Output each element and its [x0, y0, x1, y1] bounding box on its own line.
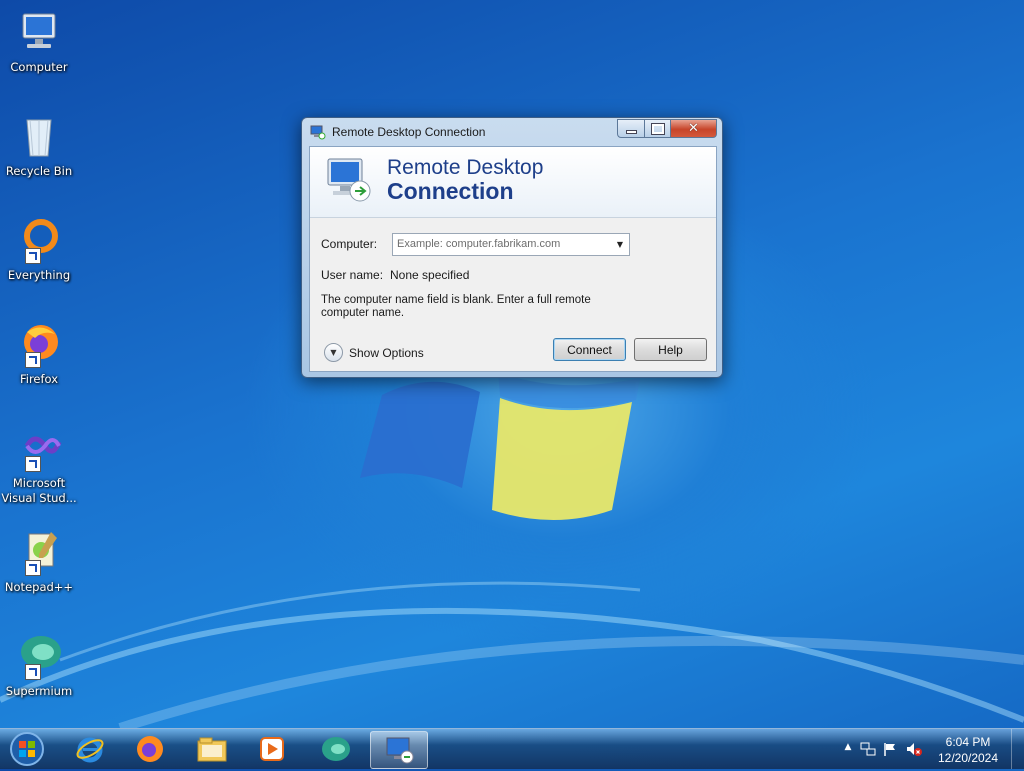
- network-icon[interactable]: [860, 741, 876, 757]
- username-label: User name:: [321, 268, 384, 282]
- desktop-icon-label: Microsoft Visual Stud...: [1, 476, 77, 505]
- help-button[interactable]: Help: [634, 338, 707, 361]
- maximize-icon: [650, 122, 665, 135]
- notepadpp-icon: [13, 528, 65, 578]
- computer-label: Computer:: [321, 237, 378, 251]
- desktop-icon-firefox[interactable]: Firefox: [0, 320, 78, 387]
- remote-desktop-icon: [310, 125, 326, 140]
- taskbar-firefox[interactable]: [122, 731, 178, 767]
- shortcut-arrow-icon: [25, 560, 41, 576]
- close-button[interactable]: ✕: [671, 119, 717, 138]
- show-hidden-icons-icon[interactable]: ▲: [840, 742, 856, 758]
- remote-desktop-window: Remote Desktop Connection ✕ Remote Deskt…: [301, 117, 723, 378]
- system-tray: ▲ 6:04 PM 12/20/2024: [834, 729, 1024, 769]
- desktop-icon-visual-studio[interactable]: Microsoft Visual Stud...: [0, 424, 78, 506]
- desktop-icon-label: Firefox: [19, 372, 59, 386]
- show-desktop-button[interactable]: [1011, 729, 1024, 769]
- desktop-icon-recycle-bin[interactable]: Recycle Bin: [0, 112, 78, 179]
- taskbar-remote-desktop[interactable]: [370, 731, 428, 769]
- shortcut-arrow-icon: [25, 664, 41, 680]
- show-options-toggle[interactable]: ▼ Show Options: [324, 343, 424, 362]
- clock-time: 6:04 PM: [945, 735, 991, 749]
- close-icon: ✕: [688, 121, 699, 136]
- window-titlebar[interactable]: Remote Desktop Connection ✕: [302, 118, 722, 146]
- desktop-icon-label: Recycle Bin: [5, 164, 73, 178]
- computer-input[interactable]: [393, 234, 607, 253]
- recycle-bin-icon: [13, 112, 65, 162]
- show-options-label: Show Options: [349, 345, 424, 360]
- window-banner: Remote Desktop Connection: [310, 147, 716, 218]
- clock-date: 12/20/2024: [937, 751, 999, 765]
- desktop-icon-everything[interactable]: Everything: [0, 216, 78, 283]
- connect-button[interactable]: Connect: [553, 338, 626, 361]
- remote-desktop-icon: [386, 737, 414, 764]
- start-orb-icon: [10, 732, 44, 766]
- computer-icon: [13, 8, 65, 58]
- minimize-icon: [625, 129, 637, 134]
- file-explorer-icon: [197, 737, 227, 762]
- desktop-icon-label: Notepad++: [4, 580, 74, 594]
- taskbar-file-explorer[interactable]: [184, 731, 240, 767]
- desktop-icon-supermium[interactable]: Supermium: [0, 632, 78, 699]
- chevron-down-icon[interactable]: ▼: [611, 234, 629, 255]
- shortcut-arrow-icon: [25, 248, 41, 264]
- firefox-icon: [137, 736, 163, 762]
- taskbar-clock[interactable]: 6:04 PM 12/20/2024: [932, 734, 1004, 766]
- supermium-icon: [13, 632, 65, 682]
- window-title: Remote Desktop Connection: [332, 125, 486, 139]
- window-client-area: Remote Desktop Connection Computer: ▼ Us…: [309, 146, 717, 372]
- visual-studio-icon: [13, 424, 65, 474]
- desktop-icon-label: Computer: [10, 60, 68, 74]
- window-controls: ✕: [617, 119, 717, 138]
- desktop-icon-computer[interactable]: Computer: [0, 8, 78, 75]
- start-button[interactable]: [4, 730, 50, 768]
- internet-explorer-icon: [76, 737, 104, 763]
- media-player-icon: [260, 737, 284, 761]
- taskbar-internet-explorer[interactable]: [62, 731, 118, 767]
- desktop-icon-label: Supermium: [5, 684, 73, 698]
- desktop-icon-label: Everything: [7, 268, 71, 282]
- action-center-flag-icon[interactable]: [882, 741, 898, 757]
- volume-muted-icon[interactable]: [906, 741, 922, 757]
- shortcut-arrow-icon: [25, 352, 41, 368]
- banner-title-line1: Remote Desktop: [387, 156, 544, 179]
- minimize-button[interactable]: [617, 119, 645, 138]
- remote-desktop-banner-icon: [327, 158, 371, 202]
- supermium-icon: [322, 737, 350, 761]
- shortcut-arrow-icon: [25, 456, 41, 472]
- desktop-icon-notepadpp[interactable]: Notepad++: [0, 528, 78, 595]
- status-message: The computer name field is blank. Enter …: [321, 294, 591, 319]
- banner-title-line2: Connection: [387, 178, 514, 204]
- taskbar-media-player[interactable]: [244, 731, 300, 767]
- everything-icon: [13, 216, 65, 266]
- username-value: None specified: [390, 268, 470, 282]
- firefox-icon: [13, 320, 65, 370]
- expand-circle-icon: ▼: [324, 343, 343, 362]
- taskbar-supermium[interactable]: [308, 731, 364, 767]
- windows-flag-logo: [360, 372, 640, 520]
- taskbar: ▲ 6:04 PM 12/20/2024: [0, 728, 1024, 769]
- maximize-button[interactable]: [645, 119, 671, 138]
- computer-combobox[interactable]: ▼: [392, 233, 630, 256]
